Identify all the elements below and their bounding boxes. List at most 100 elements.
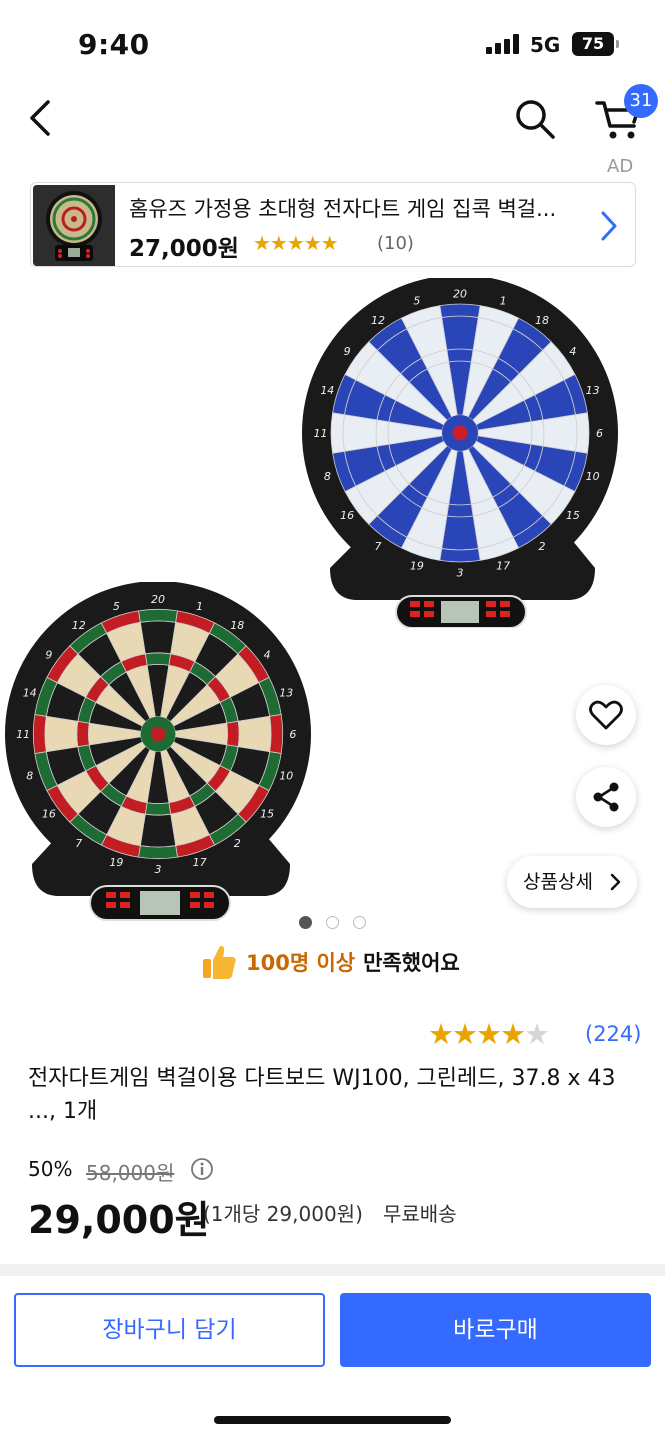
star-icon: ★: [452, 1017, 478, 1051]
dartboard-segment: [542, 414, 578, 452]
dartboard-number: 19: [410, 560, 424, 573]
dartboard-segment: [44, 715, 79, 753]
product-detail-label: 상품상세: [523, 871, 593, 893]
dartboard-number: 16: [340, 509, 354, 522]
product-image-blue-dartboard: 20 1 18 4 13 6 10 15 2 17 3 19 7 16 8 11 14 9 12 5: [302, 278, 618, 628]
ad-product-card[interactable]: 홈유즈 가정용 초대형 전자다트 게임 집콕 벽걸... 27,000원 ★★★…: [30, 182, 636, 267]
dartboard-number: 20: [151, 593, 165, 606]
dartboard-number: 17: [496, 560, 510, 573]
product-rating-stars[interactable]: ★★★★★: [428, 1017, 550, 1051]
dartboard-segment: [446, 503, 474, 518]
dartboard-segment: [269, 714, 284, 754]
info-icon[interactable]: [190, 1157, 214, 1181]
battery-icon: 75: [572, 32, 620, 56]
dartboard-segment: [530, 419, 545, 447]
dartboard-number: 1: [500, 294, 507, 307]
chevron-right-icon: [601, 211, 617, 241]
dartboard-segment: [138, 845, 178, 860]
shipping-info: 무료배송: [383, 1202, 457, 1226]
pagination-dot[interactable]: [353, 916, 366, 929]
dartboard-segment: [139, 620, 177, 655]
dartboard-number: 14: [23, 686, 37, 699]
network-type: 5G: [530, 33, 561, 57]
dartboard-number: 6: [596, 427, 603, 440]
dartboard-number: 7: [75, 837, 82, 850]
dartboard-number: 15: [260, 807, 274, 820]
dartboard-segment: [144, 652, 172, 666]
dartboard-segment: [226, 720, 240, 748]
dartboard-segment: [139, 813, 177, 848]
dartboard-segment: [375, 419, 390, 447]
dartboard-number: 5: [113, 600, 120, 613]
ad-review-count: (10): [377, 233, 414, 254]
search-icon[interactable]: [512, 96, 558, 142]
dartboard-segment: [439, 303, 481, 318]
home-indicator: [214, 1416, 451, 1424]
dartboard-number: 7: [375, 540, 382, 553]
satisfaction-highlight: 100명 이상: [246, 951, 356, 975]
unit-price: (1개당 29,000원): [203, 1202, 363, 1226]
dartboard-number: 18: [535, 314, 549, 327]
dartboard-segment: [441, 315, 479, 351]
dartboard-number: 4: [264, 649, 271, 662]
dartboard-number: 2: [234, 837, 241, 850]
star-icon: ★: [428, 1017, 454, 1051]
discount-rate: 50%: [28, 1157, 73, 1181]
ad-product-title: 홈유즈 가정용 초대형 전자다트 게임 집콕 벽걸...: [129, 197, 557, 221]
product-review-count[interactable]: (224): [585, 1022, 641, 1046]
satisfaction-text: 만족했어요: [363, 951, 460, 975]
share-icon: [593, 782, 619, 812]
dartboard-number: 9: [45, 649, 52, 662]
star-icon: ★: [500, 1017, 526, 1051]
dartboard-number: 13: [586, 384, 600, 397]
product-title: 전자다트게임 벽걸이용 다트보드 WJ100, 그린레드, 37.8 x 43 …: [28, 1066, 616, 1124]
dartboard-segment: [76, 720, 90, 748]
dartboard-number: 2: [538, 540, 545, 553]
dartboard-segment: [575, 412, 590, 454]
dartboard-number: 11: [314, 427, 328, 440]
share-button[interactable]: [576, 767, 636, 827]
star-icon: ★: [476, 1017, 502, 1051]
dartboard-number: 13: [279, 686, 293, 699]
buy-now-button[interactable]: 바로구매: [340, 1293, 651, 1367]
product-image-green-red-dartboard: 20 1 18 4 13 6 10 15 2 17 3 19 7 16 8 11 14 9 12 5: [5, 582, 311, 921]
dartboard-number: 15: [566, 509, 580, 522]
add-to-cart-button[interactable]: 장바구니 담기: [14, 1293, 325, 1367]
dartboard-number: 3: [155, 863, 162, 876]
bullseye: [452, 425, 468, 441]
dartboard-number: 16: [42, 807, 56, 820]
dartboard-segment: [446, 348, 474, 363]
back-icon[interactable]: [22, 96, 62, 140]
pagination-dot[interactable]: [299, 916, 312, 929]
product-detail-button[interactable]: 상품상세: [507, 856, 637, 908]
thumbs-up-icon: [203, 945, 236, 979]
dartboard-number: 18: [230, 619, 244, 632]
star-icon: ★: [524, 1017, 550, 1051]
dartboard-number: 8: [324, 470, 331, 483]
dartboard-number: 1: [196, 600, 203, 613]
pagination-dot[interactable]: [326, 916, 339, 929]
dartboard-number: 14: [320, 384, 334, 397]
ad-rating-stars: ★★★★★: [253, 231, 339, 255]
dartboard-number: 10: [279, 770, 293, 783]
dartboard-number: 3: [457, 567, 464, 580]
status-time: 9:40: [78, 28, 150, 61]
dartboard-number: 11: [16, 728, 30, 741]
dartboard-segment: [342, 414, 378, 452]
satisfaction-banner: 100명 이상 만족했어요: [200, 942, 460, 982]
bullseye: [150, 726, 166, 742]
section-divider: [0, 1264, 665, 1276]
dartboard-segment: [441, 515, 479, 551]
cart-count-badge: 31: [624, 84, 658, 118]
dartboard-number: 20: [453, 288, 467, 301]
sale-price: 29,000원: [28, 1198, 210, 1242]
original-price: 58,000원: [86, 1161, 175, 1185]
dartboard-number: 4: [569, 345, 576, 358]
dartboard-number: 17: [193, 856, 207, 869]
dartboard-number: 10: [586, 470, 600, 483]
dartboard-segment: [439, 548, 481, 563]
dartboard-segment: [32, 714, 47, 754]
dartboard-segment: [330, 412, 345, 454]
ad-product-thumbnail: [33, 185, 115, 266]
wishlist-button[interactable]: [576, 685, 636, 745]
